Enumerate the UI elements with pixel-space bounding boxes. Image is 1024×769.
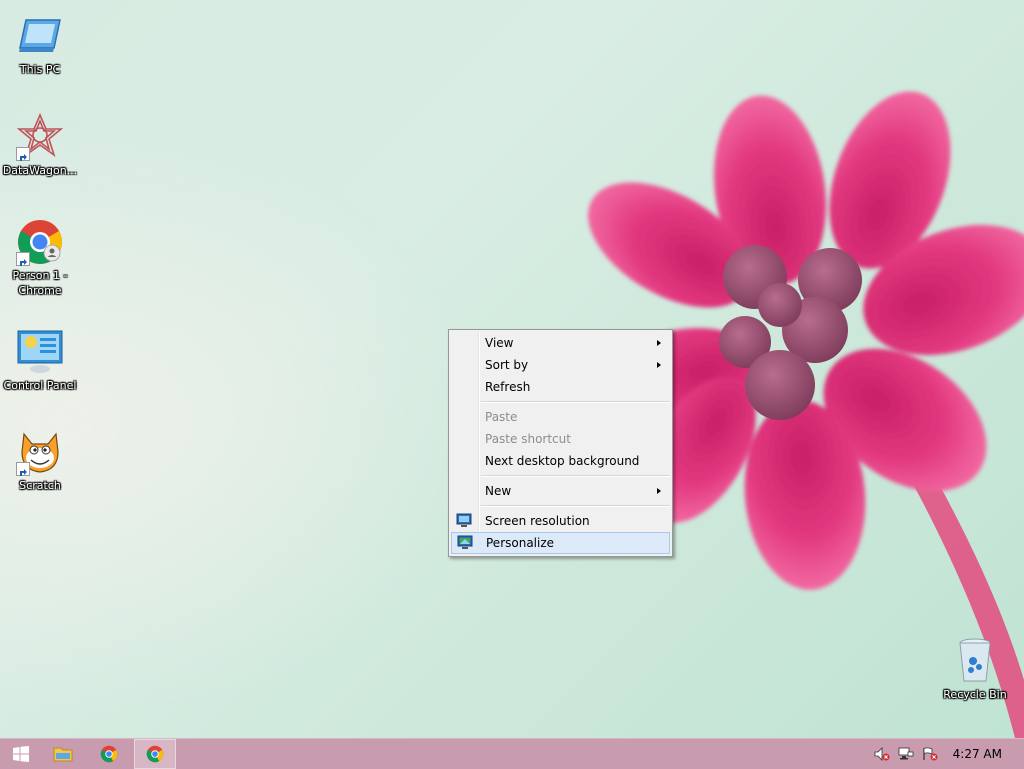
- desktop-icon-label: Recycle Bin: [943, 688, 1007, 701]
- desktop-icon-label: Control Panel: [3, 379, 77, 392]
- desktop-icon-label: Person 1 - Chrome: [12, 269, 68, 297]
- monitor-icon: [456, 513, 472, 527]
- menu-item-sort-by[interactable]: Sort by: [451, 354, 670, 376]
- menu-item-paste[interactable]: Paste: [451, 406, 670, 428]
- action-center-flag-icon[interactable]: [922, 747, 938, 761]
- desktop-icon-datawagon[interactable]: DataWagon...: [1, 112, 79, 178]
- menu-item-label: New: [485, 484, 512, 498]
- desktop-icon-label: This PC: [19, 63, 61, 76]
- windows-logo-icon: [13, 746, 29, 762]
- desktop-icon-recycle-bin[interactable]: Recycle Bin: [936, 637, 1014, 702]
- chrome-icon: [146, 745, 164, 763]
- menu-item-label: Paste: [485, 410, 518, 424]
- personalize-icon: [457, 535, 473, 549]
- desktop-icon-label: Scratch: [19, 479, 61, 492]
- volume-muted-icon[interactable]: [874, 747, 890, 761]
- menu-item-personalize[interactable]: Personalize: [451, 532, 670, 554]
- menu-separator: [481, 401, 670, 403]
- menu-item-label: Next desktop background: [485, 454, 640, 468]
- menu-item-label: Paste shortcut: [485, 432, 571, 446]
- submenu-arrow-icon: [657, 340, 661, 346]
- desktop-icon-control-panel[interactable]: Control Panel: [1, 328, 79, 393]
- menu-item-label: Sort by: [485, 358, 529, 372]
- menu-item-refresh[interactable]: Refresh: [451, 376, 670, 398]
- menu-item-screen-resolution[interactable]: Screen resolution: [451, 510, 670, 532]
- shortcut-arrow-icon: [16, 462, 30, 476]
- submenu-arrow-icon: [657, 362, 661, 368]
- desktop-context-menu: View Sort by Refresh Paste Paste shortcu…: [448, 329, 673, 557]
- taskbar-clock[interactable]: 4:27 AM: [953, 747, 1002, 761]
- chrome-icon: [100, 745, 118, 763]
- taskbar: 4:27 AM: [0, 738, 1024, 769]
- menu-item-new[interactable]: New: [451, 480, 670, 502]
- submenu-arrow-icon: [657, 488, 661, 494]
- taskbar-chrome[interactable]: [88, 739, 130, 769]
- menu-item-label: View: [485, 336, 514, 350]
- start-button[interactable]: [0, 739, 42, 769]
- shortcut-arrow-icon: [16, 252, 30, 266]
- menu-item-label: Refresh: [485, 380, 531, 394]
- desktop[interactable]: This PC DataWagon... Person 1 - Chrome C…: [0, 0, 1024, 738]
- taskbar-chrome-active[interactable]: [134, 739, 176, 769]
- shortcut-arrow-icon: [16, 147, 30, 161]
- desktop-icon-scratch[interactable]: Scratch: [1, 428, 79, 493]
- chrome-icon: [16, 218, 64, 266]
- menu-separator: [481, 475, 670, 477]
- control-panel-icon: [16, 328, 64, 376]
- desktop-icon-person1-chrome[interactable]: Person 1 - Chrome: [1, 218, 79, 298]
- recycle-bin-icon: [951, 637, 999, 685]
- menu-item-paste-shortcut[interactable]: Paste shortcut: [451, 428, 670, 450]
- taskbar-file-explorer[interactable]: [42, 739, 84, 769]
- desktop-icon-this-pc[interactable]: This PC: [1, 12, 79, 77]
- folder-icon: [53, 747, 73, 762]
- scratch-cat-icon: [16, 428, 64, 476]
- this-pc-icon: [16, 12, 64, 60]
- desktop-icon-label: DataWagon...: [2, 164, 78, 177]
- menu-item-view[interactable]: View: [451, 332, 670, 354]
- menu-item-next-desktop-background[interactable]: Next desktop background: [451, 450, 670, 472]
- menu-item-label: Personalize: [486, 536, 555, 550]
- network-icon[interactable]: [898, 747, 914, 761]
- menu-item-label: Screen resolution: [485, 514, 590, 528]
- datawagon-icon: [16, 112, 64, 161]
- menu-separator: [481, 505, 670, 507]
